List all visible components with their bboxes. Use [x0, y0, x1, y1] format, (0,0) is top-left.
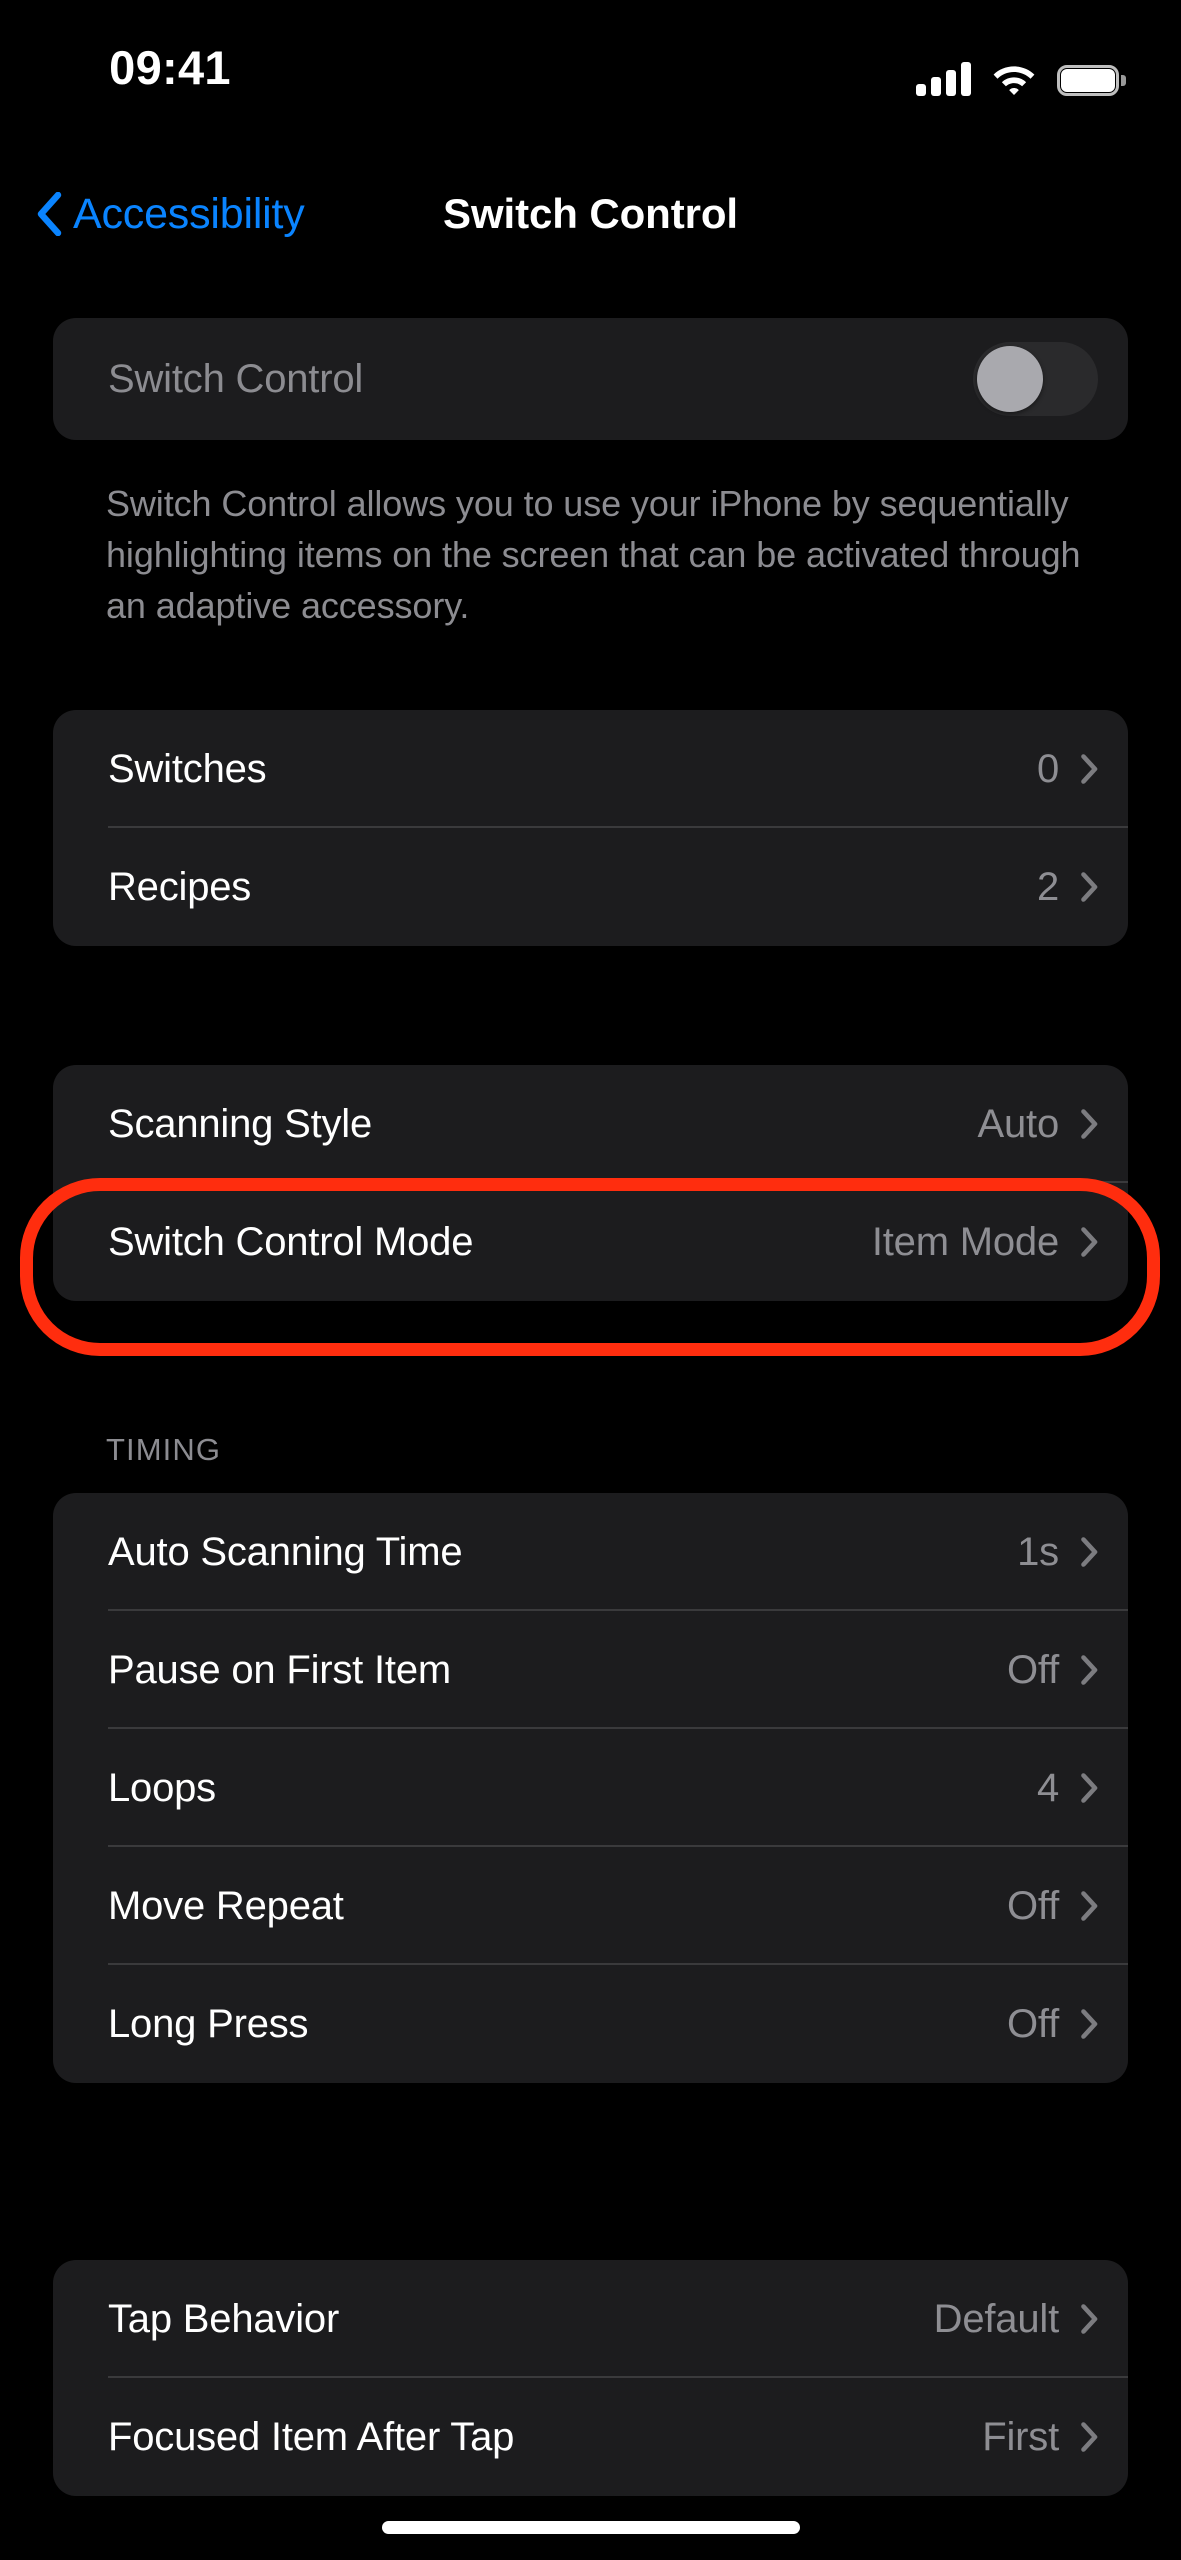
switch-control-description: Switch Control allows you to use your iP… — [106, 483, 1081, 627]
chevron-right-icon — [1081, 754, 1098, 784]
row-value: Auto — [977, 1101, 1060, 1146]
row-loops[interactable]: Loops 4 — [53, 1729, 1128, 1847]
row-label: Auto Scanning Time — [108, 1529, 463, 1574]
row-label: Switches — [108, 746, 267, 791]
row-value: 4 — [1036, 1765, 1059, 1810]
row-switch-control-mode[interactable]: Switch Control Mode Item Mode — [53, 1183, 1128, 1301]
row-tap-behavior[interactable]: Tap Behavior Default — [53, 2260, 1128, 2378]
chevron-right-icon — [1081, 1109, 1098, 1139]
row-value: Item Mode — [871, 1219, 1059, 1264]
group-tap: Tap Behavior Default Focused Item After … — [53, 2260, 1128, 2496]
home-indicator[interactable] — [381, 2521, 800, 2534]
row-label: Focused Item After Tap — [108, 2414, 515, 2459]
row-scanning-style[interactable]: Scanning Style Auto — [53, 1065, 1128, 1183]
group-switches-recipes: Switches 0 Recipes 2 — [53, 710, 1128, 946]
section-header-timing: TIMING — [106, 1432, 222, 1467]
row-label: Move Repeat — [108, 1883, 344, 1928]
chevron-right-icon — [1081, 1891, 1098, 1921]
chevron-right-icon — [1081, 1773, 1098, 1803]
switch-control-toggle[interactable] — [973, 342, 1098, 416]
row-switches[interactable]: Switches 0 — [53, 710, 1128, 828]
row-label: Pause on First Item — [108, 1647, 451, 1692]
row-auto-scanning-time[interactable]: Auto Scanning Time 1s — [53, 1493, 1128, 1611]
row-label: Switch Control Mode — [108, 1219, 474, 1264]
chevron-right-icon — [1081, 1537, 1098, 1567]
row-value: 1s — [1017, 1529, 1059, 1574]
row-label: Scanning Style — [108, 1101, 373, 1146]
row-label: Recipes — [108, 864, 252, 909]
row-pause-on-first-item[interactable]: Pause on First Item Off — [53, 1611, 1128, 1729]
row-value: Off — [1006, 2001, 1059, 2046]
row-label: Tap Behavior — [108, 2296, 340, 2341]
iphone-screen: 09:41 Accessibility Switch Control Switc… — [0, 0, 1181, 2560]
row-value: 2 — [1036, 864, 1059, 909]
chevron-right-icon — [1081, 2009, 1098, 2039]
row-recipes[interactable]: Recipes 2 — [53, 828, 1128, 946]
row-value: Off — [1006, 1647, 1059, 1692]
row-value: First — [982, 2414, 1059, 2459]
row-move-repeat[interactable]: Move Repeat Off — [53, 1847, 1128, 1965]
row-switch-control-toggle[interactable]: Switch Control — [53, 318, 1128, 440]
row-value: 0 — [1036, 746, 1059, 791]
row-focused-item-after-tap[interactable]: Focused Item After Tap First — [53, 2378, 1128, 2496]
row-value: Off — [1006, 1883, 1059, 1928]
settings-list: Switch Control Switch Control allows you… — [0, 0, 1181, 2560]
row-label: Switch Control — [108, 356, 364, 401]
row-label: Loops — [108, 1765, 216, 1810]
chevron-right-icon — [1081, 2304, 1098, 2334]
group-timing: Auto Scanning Time 1s Pause on First Ite… — [53, 1493, 1128, 2083]
chevron-right-icon — [1081, 872, 1098, 902]
row-label: Long Press — [108, 2001, 309, 2046]
chevron-right-icon — [1081, 2422, 1098, 2452]
chevron-right-icon — [1081, 1655, 1098, 1685]
group-scanning: Scanning Style Auto Switch Control Mode … — [53, 1065, 1128, 1301]
row-value: Default — [933, 2296, 1060, 2341]
switch-control-toggle-card: Switch Control — [53, 318, 1128, 440]
row-long-press[interactable]: Long Press Off — [53, 1965, 1128, 2083]
chevron-right-icon — [1081, 1227, 1098, 1257]
toggle-knob — [977, 346, 1043, 412]
